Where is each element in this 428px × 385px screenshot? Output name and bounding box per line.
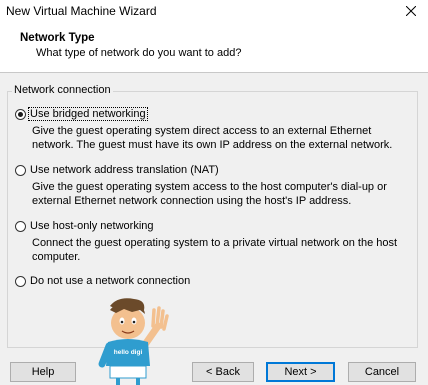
next-button[interactable]: Next > [266,362,335,382]
radio-bridged[interactable]: Use bridged networking [15,107,148,121]
radio-button[interactable] [15,220,26,232]
close-icon [406,6,416,16]
close-button[interactable] [394,0,428,22]
desc-host-only: Connect the guest operating system to a … [32,237,398,263]
cancel-button[interactable]: Cancel [348,362,416,382]
radio-button-checked[interactable] [15,108,26,120]
radio-nat[interactable]: Use network address translation (NAT) [15,164,220,176]
help-button[interactable]: Help [10,362,76,382]
radio-host-only[interactable]: Use host-only networking [15,220,155,232]
wizard-header: Network Type What type of network do you… [0,22,428,73]
mascot-shirt-text: hello digi [114,349,143,356]
radio-label-no-network: Do not use a network connection [30,275,191,287]
page-subtitle: What type of network do you want to add? [36,47,242,59]
mascot-illustration: hello digi [98,298,169,385]
radio-label-nat: Use network address translation (NAT) [30,164,219,176]
radio-label-host-only: Use host-only networking [30,220,154,232]
desc-nat: Give the guest operating system access t… [32,181,387,207]
window-title: New Virtual Machine Wizard [6,4,157,18]
radio-button[interactable] [15,164,26,176]
radio-label-bridged: Use bridged networking [28,107,148,121]
page-title: Network Type [20,32,95,44]
desc-bridged: Give the guest operating system direct a… [32,125,393,151]
radio-button[interactable] [15,275,26,287]
radio-no-network[interactable]: Do not use a network connection [15,275,191,287]
back-button[interactable]: < Back [192,362,254,382]
title-bar: New Virtual Machine Wizard [0,0,428,22]
group-label: Network connection [12,84,113,96]
